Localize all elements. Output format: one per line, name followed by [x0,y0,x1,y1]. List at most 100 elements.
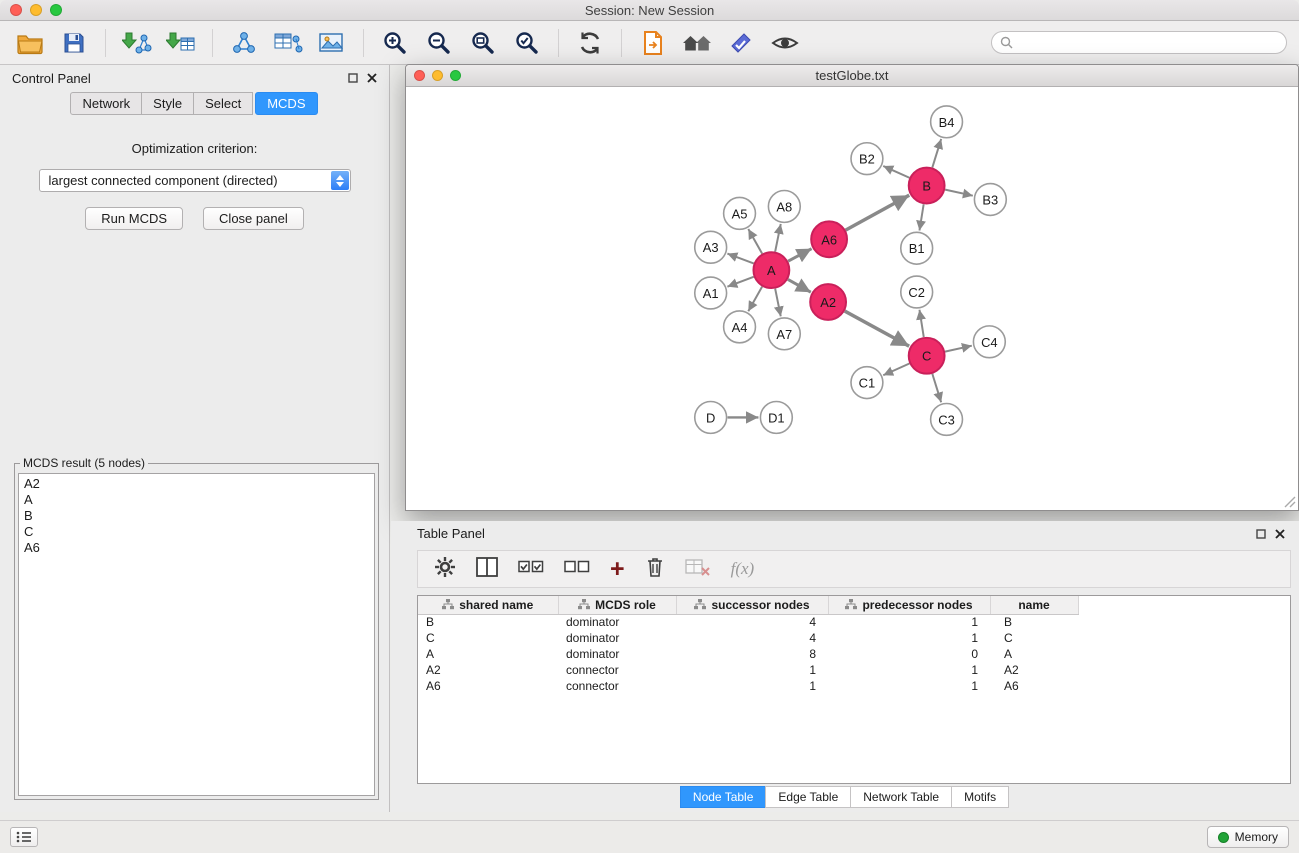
table-cell[interactable]: A6 [990,678,1078,694]
maximize-window-button[interactable] [50,4,62,16]
mcds-result-item[interactable]: A6 [24,540,369,556]
close-network-window-button[interactable] [414,70,425,81]
network-window-titlebar[interactable]: testGlobe.txt [406,65,1298,87]
graph-edge-C-C4[interactable] [945,346,972,352]
column-header-successor-nodes[interactable]: successor nodes [676,596,828,614]
delete-row-button[interactable] [645,556,665,583]
run-mcds-button[interactable]: Run MCDS [85,207,183,230]
table-cell[interactable]: 8 [676,646,828,662]
function-builder-button[interactable]: f(x) [731,559,755,579]
table-cell[interactable]: C [418,630,558,646]
table-cell[interactable]: 1 [828,630,990,646]
table-cell[interactable]: dominator [558,646,676,662]
minimize-network-window-button[interactable] [432,70,443,81]
table-cell[interactable]: connector [558,678,676,694]
table-cell[interactable]: A6 [418,678,558,694]
table-cell[interactable]: A [418,646,558,662]
float-panel-icon[interactable] [348,73,358,83]
table-cell[interactable]: B [418,614,558,630]
dropdown-stepper-icon[interactable] [331,171,349,190]
zoom-out-button[interactable] [421,25,457,61]
zoom-in-button[interactable] [377,25,413,61]
graph-edge-A-A5[interactable] [748,229,762,254]
graph-edge-C-C2[interactable] [919,310,923,337]
zoom-fit-button[interactable] [465,25,501,61]
tab-node-table[interactable]: Node Table [680,786,767,808]
deselect-all-button[interactable] [564,558,590,581]
mcds-result-item[interactable]: A2 [24,476,369,492]
table-settings-button[interactable] [434,556,456,583]
graph-edge-A-A1[interactable] [727,277,753,287]
home-view-button[interactable] [679,25,715,61]
close-table-panel-icon[interactable] [1275,529,1285,539]
maximize-network-window-button[interactable] [450,70,461,81]
tab-network[interactable]: Network [70,92,142,115]
graph-edge-B-B4[interactable] [932,139,941,168]
table-cell[interactable]: B [990,614,1078,630]
validate-style-button[interactable] [723,25,759,61]
table-cell[interactable]: 1 [828,662,990,678]
column-layout-button[interactable] [476,557,498,582]
graph-edge-B-B3[interactable] [945,190,973,196]
new-network-button[interactable] [226,25,262,61]
show-network-table-button[interactable] [270,25,306,61]
table-cell[interactable]: A2 [990,662,1078,678]
save-session-button[interactable] [56,25,92,61]
tab-edge-table[interactable]: Edge Table [765,786,851,808]
table-cell[interactable]: A [990,646,1078,662]
table-cell[interactable]: connector [558,662,676,678]
minimize-window-button[interactable] [30,4,42,16]
close-window-button[interactable] [10,4,22,16]
table-cell[interactable]: 1 [676,662,828,678]
graph-edge-A-A8[interactable] [775,224,781,252]
tab-network-table[interactable]: Network Table [850,786,952,808]
open-session-button[interactable] [12,25,48,61]
resize-grip[interactable] [1283,495,1296,508]
tab-mcds[interactable]: MCDS [255,92,317,115]
graph-edge-B-B2[interactable] [883,166,909,178]
add-row-button[interactable]: + [610,559,625,579]
export-image-button[interactable] [314,25,350,61]
memory-button[interactable]: Memory [1207,826,1289,848]
graph-edge-B-B1[interactable] [919,204,923,230]
zoom-selected-button[interactable] [509,25,545,61]
network-canvas[interactable]: B4B2BB3B1A5A8A6A3AA1A2A4A7C2C4CC1C3DD1 [407,88,1297,509]
graph-edge-A2-C[interactable] [845,311,909,346]
table-row[interactable]: A6connector11A6 [418,678,1078,694]
mcds-result-item[interactable]: C [24,524,369,540]
table-row[interactable]: Cdominator41C [418,630,1078,646]
mcds-result-item[interactable]: A [24,492,369,508]
table-cell[interactable]: 1 [828,614,990,630]
table-row[interactable]: A2connector11A2 [418,662,1078,678]
tab-motifs[interactable]: Motifs [951,786,1009,808]
select-all-button[interactable] [518,558,544,581]
show-hide-graphics-button[interactable] [767,25,803,61]
import-table-button[interactable] [163,25,199,61]
column-header-shared-name[interactable]: shared name [418,596,558,614]
graph-edge-A-A6[interactable] [788,249,811,262]
optimization-criterion-dropdown[interactable]: largest connected component (directed) [39,169,351,192]
mcds-result-list[interactable]: A2ABCA6 [18,473,375,796]
float-table-panel-icon[interactable] [1256,529,1266,539]
table-row[interactable]: Adominator80A [418,646,1078,662]
delete-table-button[interactable] [685,557,711,582]
table-row[interactable]: Bdominator41B [418,614,1078,630]
column-header-name[interactable]: name [990,596,1078,614]
table-cell[interactable]: A2 [418,662,558,678]
mcds-result-item[interactable]: B [24,508,369,524]
table-cell[interactable]: dominator [558,630,676,646]
column-header-mcds-role[interactable]: MCDS role [558,596,676,614]
table-cell[interactable]: 4 [676,630,828,646]
graph-edge-C-C1[interactable] [883,363,909,375]
graph-edge-A6-B[interactable] [846,195,910,230]
graph-edge-A-A3[interactable] [727,254,753,264]
table-cell[interactable]: C [990,630,1078,646]
close-panel-icon[interactable] [367,73,377,83]
tab-select[interactable]: Select [193,92,253,115]
graph-edge-C-C3[interactable] [932,374,941,403]
table-cell[interactable]: dominator [558,614,676,630]
graph-edge-A-A2[interactable] [788,279,811,292]
search-box[interactable] [991,31,1287,54]
tab-style[interactable]: Style [141,92,194,115]
column-header-predecessor-nodes[interactable]: predecessor nodes [828,596,990,614]
